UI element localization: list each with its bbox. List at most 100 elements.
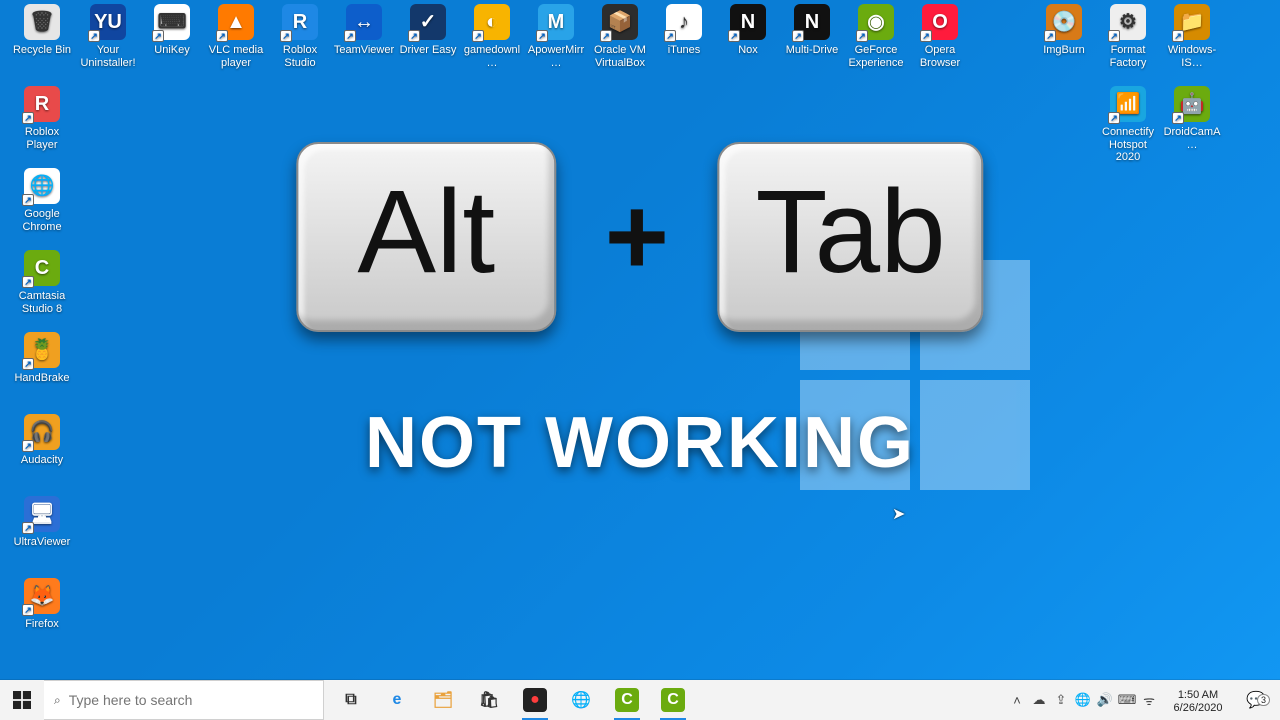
network-icon[interactable]: 🌐 xyxy=(1072,691,1094,709)
shortcut-overlay-icon: ↗ xyxy=(920,30,932,42)
desktop-icon-windows-is[interactable]: 📁↗Windows-IS… xyxy=(1160,4,1224,69)
shortcut-overlay-icon: ↗ xyxy=(152,30,164,42)
shortcut-overlay-icon: ↗ xyxy=(536,30,548,42)
onedrive-icon[interactable]: ☁ xyxy=(1028,691,1050,709)
desktop-icon-label: Audacity xyxy=(10,454,74,467)
app-icon: 🖥↗ xyxy=(24,496,60,532)
desktop-icon-oracle-vm-virtualbox[interactable]: 📦↗Oracle VM VirtualBox xyxy=(588,4,652,69)
taskbar-chrome[interactable]: 🌐 xyxy=(558,680,604,720)
camtasia-2-icon: C xyxy=(661,688,685,712)
desktop-icon-teamviewer[interactable]: ↔↗TeamViewer xyxy=(332,4,396,57)
desktop[interactable]: 🗑 Recycle Bin YU↗ Your Uninstaller!⌨↗UniKey… xyxy=(0,0,1280,680)
desktop-icon-geforce-experience[interactable]: ◉↗GeForce Experience xyxy=(844,4,908,69)
start-button[interactable] xyxy=(0,680,44,720)
shortcut-overlay-icon: ↗ xyxy=(600,30,612,42)
desktop-icon-label: GeForce Experience xyxy=(844,44,908,69)
desktop-icon-imgburn[interactable]: 💿↗ImgBurn xyxy=(1032,4,1096,57)
shortcut-overlay-icon: ↗ xyxy=(88,30,100,42)
desktop-icon-driver-easy[interactable]: ✓↗Driver Easy xyxy=(396,4,460,57)
desktop-icon-your-uninstaller[interactable]: YU↗ Your Uninstaller! xyxy=(76,4,140,69)
desktop-icon-ultraviewer[interactable]: 🖥↗ UltraViewer xyxy=(10,496,74,549)
desktop-icon-label: UltraViewer xyxy=(10,536,74,549)
desktop-icon-label: Driver Easy xyxy=(396,44,460,57)
store-icon: 🛍 xyxy=(477,688,501,712)
desktop-icon-audacity[interactable]: 🎧↗Audacity xyxy=(10,414,74,467)
app-icon: R↗ xyxy=(24,86,60,122)
task-view-icon: ⧉ xyxy=(339,688,363,712)
desktop-icon-google-chrome[interactable]: 🌐↗Google Chrome xyxy=(10,168,74,233)
app-icon: ⌨↗ xyxy=(154,4,190,40)
taskbar-task-view[interactable]: ⧉ xyxy=(328,680,374,720)
desktop-icon-label: ApowerMirr… xyxy=(524,44,588,69)
desktop-icon-label: Nox xyxy=(716,44,780,57)
desktop-icon-label: Recycle Bin xyxy=(10,44,74,57)
taskbar: ⌕ ⧉e🗂🛍●🌐CC ˄☁⇪🌐🔊⌨ᯤ 1:50 AM 6/26/2020 💬 3 xyxy=(0,680,1280,720)
shortcut-overlay-icon: ↗ xyxy=(22,604,34,616)
shortcut-overlay-icon: ↗ xyxy=(1172,112,1184,124)
desktop-icon-label: DroidCamA… xyxy=(1160,126,1224,151)
desktop-icon-label: Connectify Hotspot 2020 xyxy=(1096,126,1160,164)
desktop-icon-label: VLC media player xyxy=(204,44,268,69)
language-icon[interactable]: ⌨ xyxy=(1116,691,1138,709)
desktop-icon-unikey[interactable]: ⌨↗UniKey xyxy=(140,4,204,57)
action-center-button[interactable]: 💬 3 xyxy=(1236,690,1276,710)
shortcut-overlay-icon: ↗ xyxy=(216,30,228,42)
edge-icon: e xyxy=(385,688,409,712)
shortcut-overlay-icon: ↗ xyxy=(792,30,804,42)
taskbar-clock[interactable]: 1:50 AM 6/26/2020 xyxy=(1162,685,1234,715)
desktop-icon-firefox[interactable]: 🦊↗Firefox xyxy=(10,578,74,631)
hotspot-icon[interactable]: ᯤ xyxy=(1138,691,1160,709)
desktop-icon-apowermirr[interactable]: M↗ ApowerMirr… xyxy=(524,4,588,69)
desktop-icon-itunes[interactable]: ♪↗iTunes xyxy=(652,4,716,57)
desktop-icon-label: gamedownl… xyxy=(460,44,524,69)
desktop-icon-multi-drive[interactable]: N↗Multi-Drive xyxy=(780,4,844,57)
desktop-icon-format-factory[interactable]: ⚙↗Format Factory xyxy=(1096,4,1160,69)
app-icon: 📁↗ xyxy=(1174,4,1210,40)
desktop-icon-recycle-bin[interactable]: 🗑 Recycle Bin xyxy=(10,4,74,57)
clock-date: 6/26/2020 xyxy=(1168,702,1228,715)
app-icon: 🍍↗ xyxy=(24,332,60,368)
shortcut-overlay-icon: ↗ xyxy=(1172,30,1184,42)
shortcut-overlay-icon: ↗ xyxy=(664,30,676,42)
search-input[interactable] xyxy=(69,692,313,708)
search-box[interactable]: ⌕ xyxy=(44,680,324,720)
tray-overflow[interactable]: ˄ xyxy=(1006,691,1028,709)
chrome-icon: 🌐 xyxy=(569,688,593,712)
desktop-icon-nox[interactable]: N↗ Nox xyxy=(716,4,780,57)
app-icon: M↗ xyxy=(538,4,574,40)
taskbar-camtasia-1[interactable]: C xyxy=(604,680,650,720)
desktop-icon-roblox-player[interactable]: R↗Roblox Player xyxy=(10,86,74,151)
desktop-icon-label: ImgBurn xyxy=(1032,44,1096,57)
system-tray: ˄☁⇪🌐🔊⌨ᯤ 1:50 AM 6/26/2020 💬 3 xyxy=(1002,680,1280,720)
taskbar-edge[interactable]: e xyxy=(374,680,420,720)
notification-badge: 3 xyxy=(1257,694,1270,706)
app-icon: 🗑 xyxy=(24,4,60,40)
desktop-icon-label: Your Uninstaller! xyxy=(76,44,140,69)
app-icon: YU↗ xyxy=(90,4,126,40)
desktop-icon-droidcama[interactable]: 🤖↗DroidCamA… xyxy=(1160,86,1224,151)
shortcut-overlay-icon: ↗ xyxy=(1108,30,1120,42)
desktop-icon-label: iTunes xyxy=(652,44,716,57)
usb-icon[interactable]: ⇪ xyxy=(1050,691,1072,709)
app-icon: 🌐↗ xyxy=(24,168,60,204)
desktop-icon-camtasia-studio-8[interactable]: C↗Camtasia Studio 8 xyxy=(10,250,74,315)
desktop-icon-roblox-studio[interactable]: R↗Roblox Studio xyxy=(268,4,332,69)
desktop-icon-opera-browser[interactable]: O↗Opera Browser xyxy=(908,4,972,69)
taskbar-camtasia-2[interactable]: C xyxy=(650,680,696,720)
taskbar-store[interactable]: 🛍 xyxy=(466,680,512,720)
file-explorer-icon: 🗂 xyxy=(431,688,455,712)
desktop-icon-vlc-media-player[interactable]: ▲↗VLC media player xyxy=(204,4,268,69)
desktop-icon-handbrake[interactable]: 🍍↗HandBrake xyxy=(10,332,74,385)
volume-icon[interactable]: 🔊 xyxy=(1094,691,1116,709)
keycap-tab: Tab xyxy=(717,142,983,332)
overlay-headline: NOT WORKING xyxy=(288,402,991,484)
taskbar-file-explorer[interactable]: 🗂 xyxy=(420,680,466,720)
taskbar-camtasia-rec[interactable]: ● xyxy=(512,680,558,720)
app-icon: N↗ xyxy=(730,4,766,40)
desktop-icon-gamedownl[interactable]: ◐↗gamedownl… xyxy=(460,4,524,69)
app-icon: C↗ xyxy=(24,250,60,286)
desktop-icon-connectify-hotspot-2020[interactable]: 📶↗Connectify Hotspot 2020 xyxy=(1096,86,1160,164)
shortcut-overlay-icon: ↗ xyxy=(408,30,420,42)
camtasia-rec-icon: ● xyxy=(523,688,547,712)
desktop-icon-label: Opera Browser xyxy=(908,44,972,69)
